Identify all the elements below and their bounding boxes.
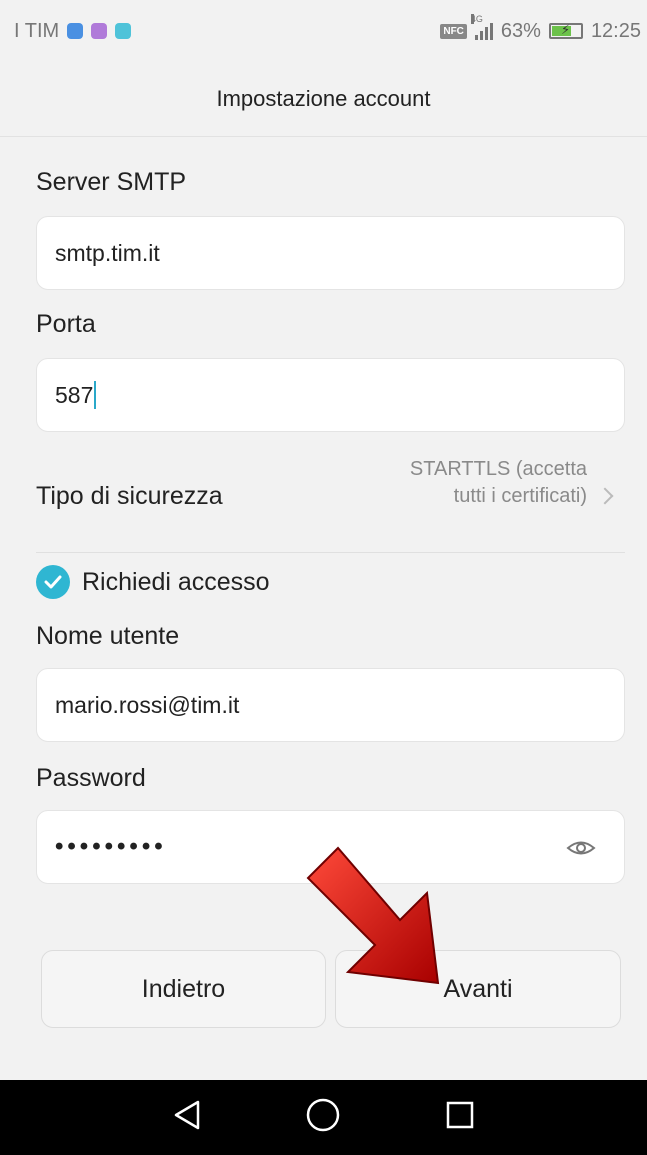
password-value: ••••••••• <box>55 833 167 860</box>
checkmark-icon <box>36 565 70 599</box>
security-type-label: Tipo di sicurezza <box>36 482 223 510</box>
status-right: NFC 4G 63% ⚡ 12:25 <box>440 14 641 43</box>
password-label: Password <box>36 764 146 792</box>
battery-icon: ⚡ <box>548 22 583 39</box>
status-bar: I TIM NFC 4G 63% ⚡ 12:25 <box>0 0 647 62</box>
signal-icon: 4G <box>470 14 493 40</box>
message-notification-icon <box>115 23 132 39</box>
chevron-right-icon <box>596 487 614 505</box>
carrier-name: I TIM <box>14 19 60 42</box>
battery-percent: 63% <box>500 19 541 42</box>
network-type-label: 4G <box>470 14 483 24</box>
smtp-server-input[interactable]: smtp.tim.it <box>36 216 625 290</box>
username-label: Nome utente <box>36 622 180 650</box>
eye-icon[interactable] <box>566 837 596 865</box>
navigation-bar <box>0 1080 647 1155</box>
port-input[interactable]: 587 <box>36 358 625 432</box>
text-cursor <box>94 381 97 409</box>
smtp-server-label: Server SMTP <box>36 168 187 196</box>
security-type-value: STARTTLS (accetta tutti i certificati) <box>409 458 587 507</box>
back-triangle-icon[interactable] <box>172 1099 202 1136</box>
page-title: Impostazione account <box>0 62 647 137</box>
require-login-label: Richiedi accesso <box>82 567 270 596</box>
status-left: I TIM <box>14 19 132 43</box>
username-value: mario.rossi@tim.it <box>55 691 240 718</box>
clock: 12:25 <box>590 19 641 42</box>
smtp-server-value: smtp.tim.it <box>55 239 160 266</box>
app-notification-icon <box>91 23 108 39</box>
username-input[interactable]: mario.rossi@tim.it <box>36 668 625 742</box>
nfc-icon: NFC <box>440 23 467 39</box>
recents-square-icon[interactable] <box>445 1100 475 1135</box>
home-circle-icon[interactable] <box>305 1097 341 1138</box>
security-type-row[interactable]: Tipo di sicurezza STARTTLS (accetta tutt… <box>36 448 625 553</box>
back-button[interactable]: Indietro <box>41 950 326 1028</box>
annotation-arrow-icon <box>306 846 440 985</box>
require-login-checkbox[interactable]: Richiedi accesso <box>36 562 270 602</box>
port-label: Porta <box>36 310 96 338</box>
port-value: 587 <box>55 381 94 408</box>
app-notification-icon <box>67 23 84 39</box>
